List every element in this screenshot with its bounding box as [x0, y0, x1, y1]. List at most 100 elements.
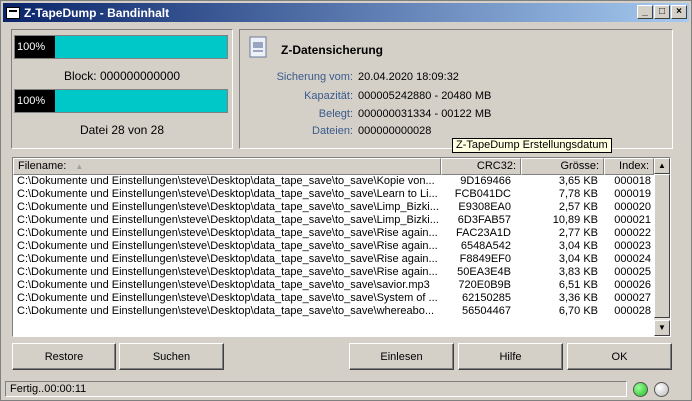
scroll-down-icon[interactable]: ▼	[654, 320, 670, 336]
cell-crc: FCB041DC	[454, 188, 511, 200]
ok-button[interactable]: OK	[567, 343, 672, 370]
list-scrollbar[interactable]: ▲ ▼	[654, 158, 670, 336]
maximize-button[interactable]: □	[654, 5, 670, 19]
cell-index: 000021	[614, 214, 651, 226]
cell-filename: C:\Dokumente und Einstellungen\steve\Des…	[17, 227, 438, 239]
cell-size: 3,04 KB	[558, 253, 598, 265]
block-caption: Block: 000000000000	[63, 69, 181, 83]
main-window: Z-TapeDump - Bandinhalt _ □ × 100% Block…	[0, 0, 692, 401]
cell-filename: C:\Dokumente und Einstellungen\steve\Des…	[17, 188, 438, 200]
cell-index: 000027	[614, 292, 651, 304]
list-rows: C:\Dokumente und Einstellungen\steve\Des…	[13, 175, 654, 318]
table-row[interactable]: C:\Dokumente und Einstellungen\steve\Des…	[13, 253, 654, 266]
info-value-files: 000000000028	[358, 125, 432, 137]
info-label-date: Sicherung vom:	[276, 71, 353, 83]
table-row[interactable]: C:\Dokumente und Einstellungen\steve\Des…	[13, 201, 654, 214]
column-header-index[interactable]: Index:	[604, 158, 654, 175]
cell-index: 000028	[614, 305, 651, 317]
backup-document-icon	[249, 36, 267, 58]
cell-size: 6,51 KB	[558, 279, 598, 291]
info-value-capacity: 000005242880 - 20480 MB	[358, 90, 492, 102]
status-led-green-icon	[633, 382, 648, 397]
cell-size: 10,89 KB	[552, 214, 598, 226]
cell-filename: C:\Dokumente und Einstellungen\steve\Des…	[17, 253, 438, 265]
table-row[interactable]: C:\Dokumente und Einstellungen\steve\Des…	[13, 175, 654, 188]
cell-crc: 50EA3E4B	[457, 266, 511, 278]
cell-crc: 9D169466	[460, 175, 511, 187]
progress-panel: 100% Block: 000000000000 100% Datei 28 v…	[11, 29, 233, 149]
cell-crc: 720E0B9B	[458, 279, 511, 291]
cell-size: 2,57 KB	[558, 201, 598, 213]
column-header-crc[interactable]: CRC32:	[441, 158, 521, 175]
cell-crc: 6D3FAB57	[457, 214, 511, 226]
status-bar: Fertig..00:00:11	[3, 379, 689, 399]
table-row[interactable]: C:\Dokumente und Einstellungen\steve\Des…	[13, 227, 654, 240]
info-label-capacity: Kapazität:	[304, 90, 353, 102]
cell-index: 000023	[614, 240, 651, 252]
list-header: Filename: ▲ CRC32: Grösse: Index:	[13, 158, 654, 175]
table-row[interactable]: C:\Dokumente und Einstellungen\steve\Des…	[13, 305, 654, 318]
file-caption: Datei 28 von 28	[79, 123, 165, 137]
cell-filename: C:\Dokumente und Einstellungen\steve\Des…	[17, 305, 435, 317]
cell-size: 3,36 KB	[558, 292, 598, 304]
cell-filename: C:\Dokumente und Einstellungen\steve\Des…	[17, 214, 439, 226]
info-value-date: 20.04.2020 18:09:32	[358, 71, 459, 83]
cell-filename: C:\Dokumente und Einstellungen\steve\Des…	[17, 240, 438, 252]
cell-crc: 6548A542	[460, 240, 511, 252]
file-progress-bar: 100%	[14, 89, 228, 113]
info-label-used: Belegt:	[318, 108, 353, 120]
info-label-files: Dateien:	[312, 125, 353, 137]
close-button[interactable]: ×	[671, 5, 687, 19]
cell-index: 000022	[614, 227, 651, 239]
cell-index: 000020	[614, 201, 651, 213]
cell-index: 000025	[614, 266, 651, 278]
cell-size: 3,65 KB	[558, 175, 598, 187]
restore-button[interactable]: Restore	[12, 343, 116, 370]
read-button[interactable]: Einlesen	[349, 343, 454, 370]
cell-size: 3,04 KB	[558, 240, 598, 252]
cell-crc: 56504467	[462, 305, 511, 317]
cell-filename: C:\Dokumente und Einstellungen\steve\Des…	[17, 201, 439, 213]
column-header-filename[interactable]: Filename: ▲	[13, 158, 441, 175]
cell-filename: C:\Dokumente und Einstellungen\steve\Des…	[17, 266, 438, 278]
window-title: Z-TapeDump - Bandinhalt	[24, 5, 170, 20]
cell-size: 6,70 KB	[558, 305, 598, 317]
scroll-up-icon[interactable]: ▲	[654, 158, 670, 174]
search-button[interactable]: Suchen	[119, 343, 224, 370]
table-row[interactable]: C:\Dokumente und Einstellungen\steve\Des…	[13, 214, 654, 227]
table-row[interactable]: C:\Dokumente und Einstellungen\steve\Des…	[13, 266, 654, 279]
info-heading: Z-Datensicherung	[281, 43, 384, 57]
cell-filename: C:\Dokumente und Einstellungen\steve\Des…	[17, 292, 438, 304]
table-row[interactable]: C:\Dokumente und Einstellungen\steve\Des…	[13, 240, 654, 253]
column-filename-label: Filename:	[18, 160, 67, 172]
cell-crc: E9308EA0	[458, 201, 511, 213]
cell-index: 000024	[614, 253, 651, 265]
table-row[interactable]: C:\Dokumente und Einstellungen\steve\Des…	[13, 188, 654, 201]
cell-index: 000018	[614, 175, 651, 187]
cell-filename: C:\Dokumente und Einstellungen\steve\Des…	[17, 279, 430, 291]
table-row[interactable]: C:\Dokumente und Einstellungen\steve\Des…	[13, 292, 654, 305]
title-bar[interactable]: Z-TapeDump - Bandinhalt _ □ ×	[3, 3, 689, 22]
app-icon	[6, 6, 20, 19]
cell-size: 2,77 KB	[558, 227, 598, 239]
cell-size: 7,78 KB	[558, 188, 598, 200]
cell-size: 3,83 KB	[558, 266, 598, 278]
status-text: Fertig..00:00:11	[5, 381, 627, 397]
table-row[interactable]: C:\Dokumente und Einstellungen\steve\Des…	[13, 279, 654, 292]
scroll-thumb[interactable]	[654, 174, 670, 318]
block-progress-label: 100%	[15, 36, 55, 58]
tooltip: Z-TapeDump Erstellungsdatum	[452, 138, 612, 153]
help-button[interactable]: Hilfe	[458, 343, 563, 370]
file-progress-label: 100%	[15, 90, 55, 112]
column-header-size[interactable]: Grösse:	[521, 158, 604, 175]
cell-index: 000019	[614, 188, 651, 200]
cell-crc: FAC23A1D	[455, 227, 511, 239]
file-list[interactable]: Filename: ▲ CRC32: Grösse: Index: C:\Dok…	[12, 157, 671, 337]
status-led-gray-icon	[654, 382, 669, 397]
minimize-button[interactable]: _	[637, 5, 653, 19]
block-progress-bar: 100%	[14, 35, 228, 59]
cell-crc: 62150285	[462, 292, 511, 304]
info-value-used: 000000031334 - 00122 MB	[358, 108, 492, 120]
cell-index: 000026	[614, 279, 651, 291]
sort-ascending-icon: ▲	[75, 162, 84, 171]
